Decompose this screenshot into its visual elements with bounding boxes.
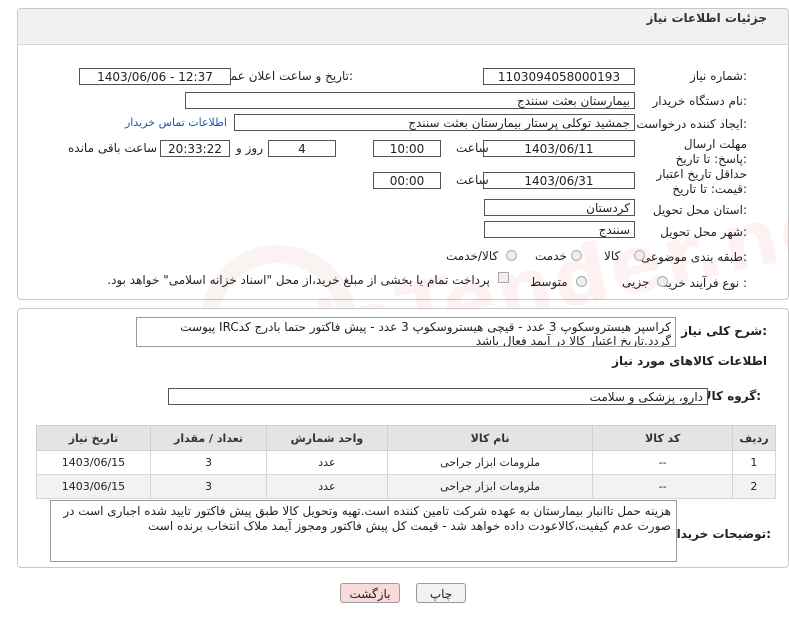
print-button[interactable]: چاپ	[416, 583, 466, 603]
category-radio-service[interactable]	[571, 250, 582, 261]
price-validity-time-field: 00:00	[373, 172, 441, 189]
col-qty: تعداد / مقدار	[149, 425, 268, 451]
table-header-row: ردیف کد کالا نام کالا واحد شمارش تعداد /…	[36, 425, 777, 451]
cell-name: ملزومات ابزار جراحی	[386, 450, 594, 475]
description-field: کراسپر هیستروسکوپ 3 عدد - قیچی هیستروسکو…	[136, 317, 676, 347]
remaining-time-field: 20:33:22	[160, 140, 230, 157]
col-row: ردیف	[731, 425, 777, 451]
cell-date: 1403/06/15	[36, 474, 151, 499]
treasury-payment-checkbox[interactable]	[498, 272, 509, 283]
price-validity-time-label: ساعت	[456, 173, 489, 187]
cell-code: --	[592, 474, 733, 499]
category-option-service: خدمت	[535, 249, 567, 263]
purchase-radio-minor[interactable]	[657, 276, 668, 287]
deadline-time-label: ساعت	[456, 141, 489, 155]
cell-name: ملزومات ابزار جراحی	[386, 474, 594, 499]
table-row: 1 -- ملزومات ابزار جراحی عدد 3 1403/06/1…	[36, 450, 777, 475]
col-code: کد کالا	[592, 425, 733, 451]
buyer-notes-label: توضیحات خریدار:	[669, 527, 771, 541]
days-label: روز و	[236, 141, 263, 155]
cell-code: --	[592, 450, 733, 475]
requester-field: جمشید توکلی پرستار بیمارستان بعثت سنندج	[234, 114, 635, 131]
col-unit: واحد شمارش	[266, 425, 388, 451]
cell-qty: 3	[149, 474, 268, 499]
announce-field: 1403/06/06 - 12:37	[79, 68, 231, 85]
col-name: نام کالا	[386, 425, 594, 451]
cell-row: 2	[731, 474, 777, 499]
category-option-both: کالا/خدمت	[446, 249, 499, 263]
purchase-radio-medium[interactable]	[576, 276, 587, 287]
requester-label: ایجاد کننده درخواست:	[636, 117, 747, 131]
treasury-payment-note: پرداخت تمام یا بخشی از مبلغ خرید،از محل …	[107, 273, 490, 287]
city-field: سنندج	[484, 221, 635, 238]
buyer-contact-link[interactable]: اطلاعات تماس خریدار	[125, 116, 227, 129]
cell-unit: عدد	[266, 474, 388, 499]
price-validity-label: حداقل تاریخ اعتبار قیمت: تا تاریخ:	[656, 167, 747, 196]
cell-row: 1	[731, 450, 777, 475]
col-date: تاریخ نیاز	[36, 425, 151, 451]
deadline-label: مهلت ارسال پاسخ: تا تاریخ:	[675, 137, 747, 166]
purchase-type-label: نوع فرآیند خرید :	[662, 276, 747, 290]
province-label: استان محل تحویل:	[652, 203, 747, 217]
table-row: 2 -- ملزومات ابزار جراحی عدد 3 1403/06/1…	[36, 474, 777, 499]
category-radio-goods[interactable]	[634, 250, 645, 261]
category-label: طبقه بندی موضوعی:	[640, 250, 747, 264]
cell-unit: عدد	[266, 450, 388, 475]
purchase-option-medium: متوسط	[530, 275, 568, 289]
goods-group-label: گروه کالا:	[702, 389, 761, 403]
buyer-org-field: بیمارستان بعثت سنندج	[185, 92, 635, 109]
description-label: شرح کلی نیاز:	[681, 324, 767, 338]
deadline-time-field: 10:00	[373, 140, 441, 157]
buyer-org-label: نام دستگاه خریدار:	[652, 94, 748, 108]
need-number-field: 1103094058000193	[483, 68, 635, 85]
days-field: 4	[268, 140, 336, 157]
category-option-goods: کالا	[604, 249, 621, 263]
city-label: شهر محل تحویل:	[660, 225, 747, 239]
goods-section-title: اطلاعات کالاهای مورد نیاز	[612, 354, 767, 368]
purchase-option-minor: جزیی	[622, 275, 650, 289]
buyer-notes-field: هزینه حمل تاانبار بیمارستان به عهده شرکت…	[50, 500, 677, 562]
deadline-date-field: 1403/06/11	[483, 140, 635, 157]
back-button[interactable]: بازگشت	[340, 583, 400, 603]
goods-table: ردیف کد کالا نام کالا واحد شمارش تعداد /…	[36, 425, 777, 499]
cell-date: 1403/06/15	[36, 450, 151, 475]
page-title: جزئیات اطلاعات نیاز	[646, 11, 767, 25]
category-radio-both[interactable]	[506, 250, 517, 261]
province-field: کردستان	[484, 199, 635, 216]
goods-group-field: دارو، پزشکی و سلامت	[168, 388, 708, 405]
remaining-time-label: ساعت باقی مانده	[68, 141, 158, 155]
cell-qty: 3	[149, 450, 268, 475]
price-validity-date-field: 1403/06/31	[483, 172, 635, 189]
need-number-label: شماره نیاز:	[689, 69, 747, 83]
